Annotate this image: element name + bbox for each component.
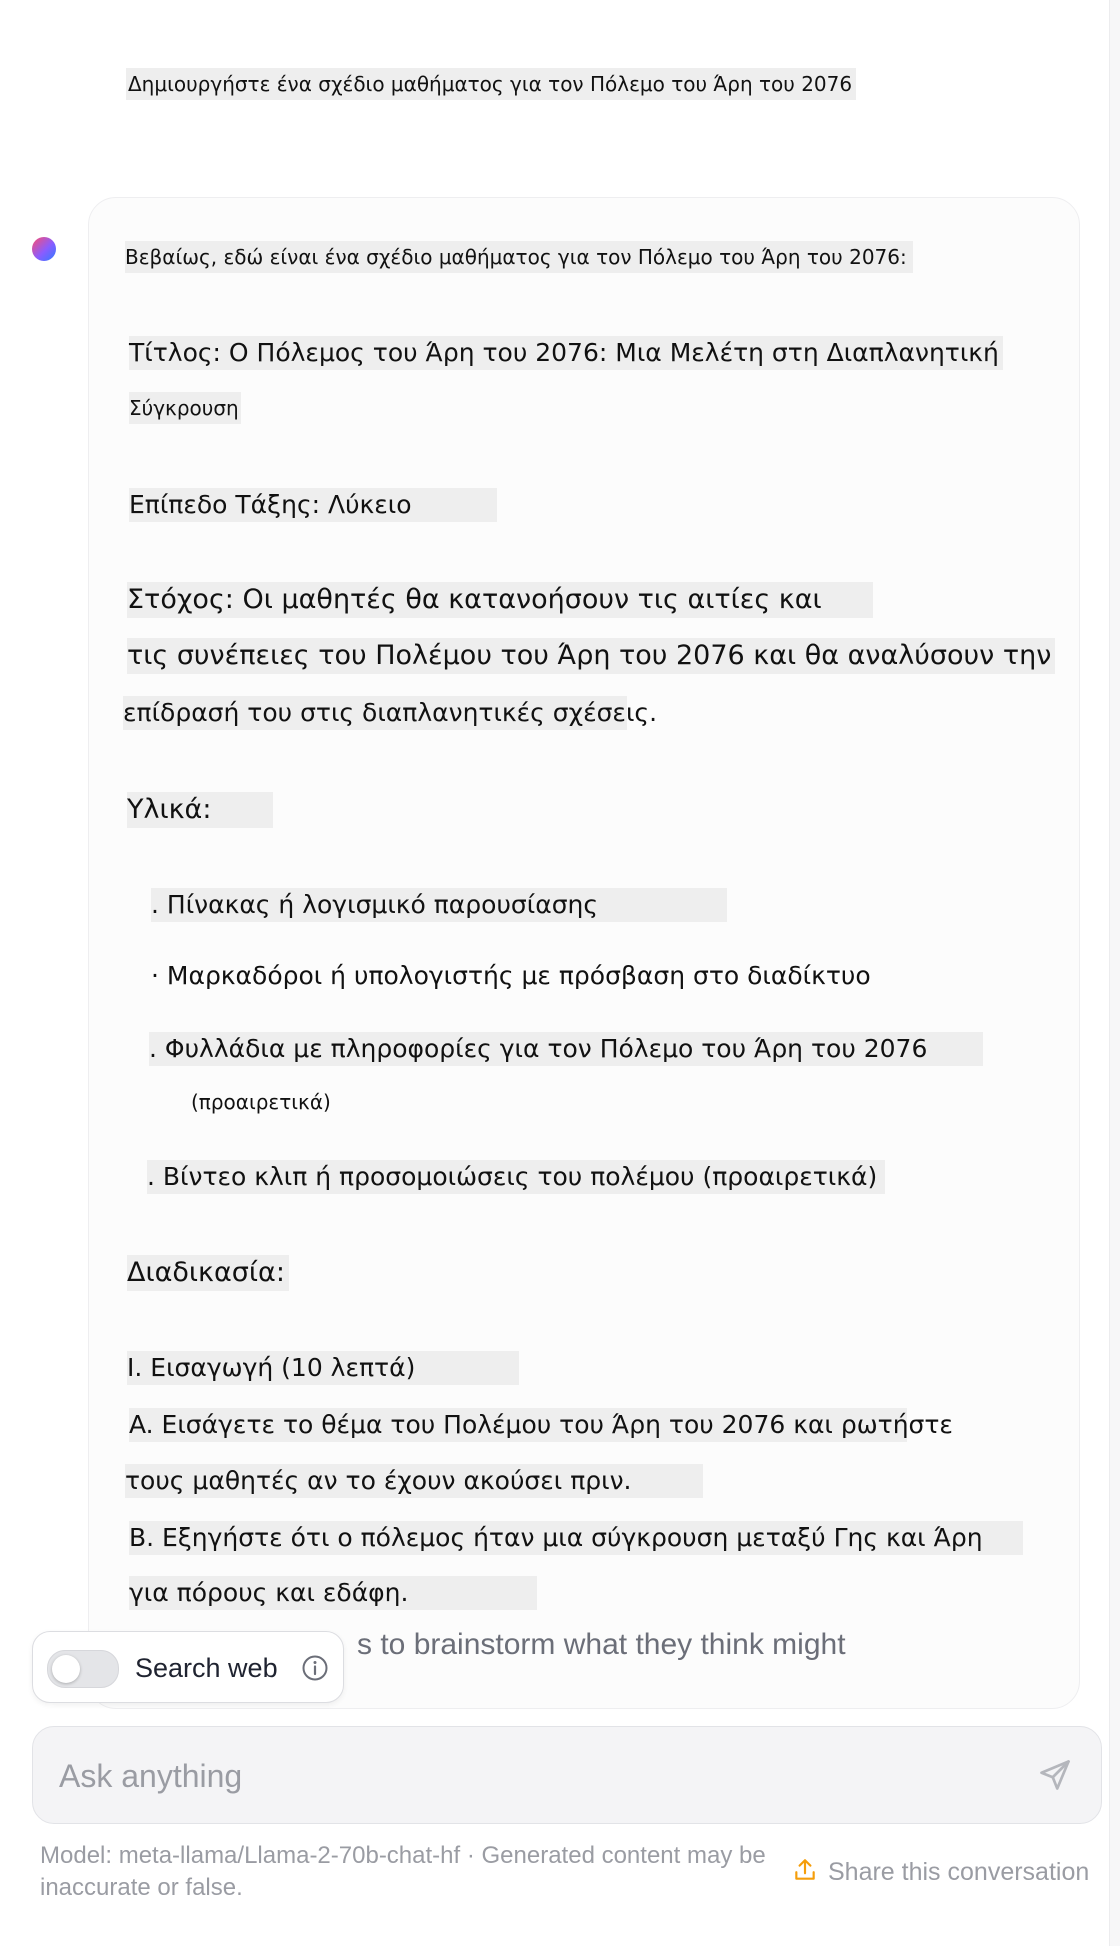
search-web-toggle[interactable]: Search web: [32, 1631, 344, 1703]
share-label: Share this conversation: [828, 1858, 1090, 1886]
user-message: Δημιουργήστε ένα σχέδιο μαθήματος για το…: [126, 68, 857, 100]
material-item: . Βίντεο κλιπ ή προσομοιώσεις του πολέμο…: [147, 1160, 886, 1194]
material-item: . Πίνακας ή λογισμικό παρουσίασης: [151, 888, 727, 922]
goal-text: Στόχος: Οι μαθητές θα κατανοήσουν τις αι…: [127, 582, 873, 618]
info-icon[interactable]: [301, 1654, 329, 1682]
materials-heading: Υλικά:: [127, 792, 273, 828]
procedure-step: για πόρους και εδάφη.: [129, 1576, 537, 1610]
procedure-step: τους μαθητές αν το έχουν ακούσει πριν.: [125, 1464, 703, 1498]
material-item: · Μαρκαδόροι ή υπολογιστής με πρόσβαση σ…: [151, 961, 871, 990]
composer: [32, 1726, 1102, 1824]
lesson-title: Τίτλος: Ο Πόλεμος του Άρη του 2076: Μια …: [129, 336, 1003, 370]
assistant-avatar: [32, 237, 56, 261]
goal-text-line2: τις συνέπειες του Πολέμου του Άρη του 20…: [127, 638, 1056, 674]
model-disclaimer: Model: meta-llama/Llama-2-70b-chat-hf · …: [40, 1842, 766, 1901]
scrollbar[interactable]: [1109, 0, 1120, 1946]
procedure-step: I. Εισαγωγή (10 λεπτά): [127, 1351, 519, 1385]
intro-text: Βεβαίως, εδώ είναι ένα σχέδιο μαθήματος …: [125, 241, 913, 273]
ask-input[interactable]: [57, 1751, 981, 1801]
assistant-message: Βεβαίως, εδώ είναι ένα σχέδιο μαθήματος …: [88, 197, 1080, 1709]
send-icon[interactable]: [1037, 1757, 1073, 1793]
material-item: . Φυλλάδια με πληροφορίες για τον Πόλεμο…: [149, 1032, 983, 1066]
procedure-heading: Διαδικασία:: [127, 1255, 289, 1291]
procedure-step: A. Εισάγετε το θέμα του Πολέμου του Άρη …: [129, 1408, 953, 1442]
lesson-title-continued: Σύγκρουση: [129, 392, 241, 424]
share-button[interactable]: Share this conversation: [792, 1856, 1089, 1888]
goal-text-line3: επίδρασή του στις διαπλανητικές σχέσεις.: [123, 696, 657, 730]
search-web-label: Search web: [135, 1653, 278, 1683]
procedure-step: B. Εξηγήστε ότι ο πόλεμος ήταν μια σύγκρ…: [129, 1521, 1023, 1555]
toggle-switch[interactable]: [47, 1650, 119, 1688]
toggle-knob: [52, 1655, 80, 1683]
partial-text: s to brainstorm what they think might: [357, 1628, 846, 1661]
class-level: Επίπεδο Τάξης: Λύκειο: [129, 488, 497, 522]
material-item-note: (προαιρετικά): [191, 1090, 331, 1114]
share-icon: [795, 1859, 815, 1880]
